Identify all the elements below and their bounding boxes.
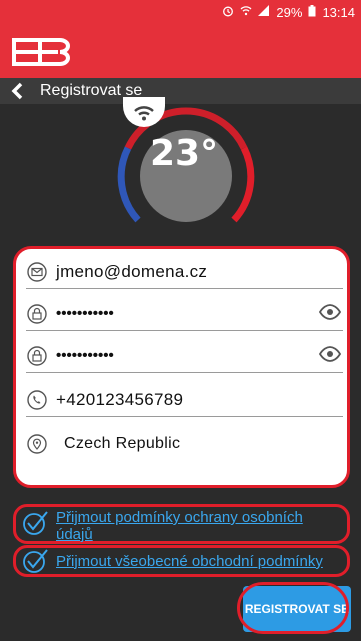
phone-field[interactable]: +420123456789 xyxy=(26,383,343,417)
checkbox-checked-icon[interactable] xyxy=(22,510,48,536)
email-value: jmeno@domena.cz xyxy=(56,261,208,281)
wifi-icon xyxy=(240,5,252,19)
lock-icon xyxy=(26,303,48,325)
alarm-icon xyxy=(222,5,234,20)
email-field[interactable]: jmeno@domena.cz xyxy=(26,255,343,289)
eye-icon[interactable] xyxy=(318,304,342,325)
country-value: Czech Republic xyxy=(64,435,181,452)
registration-form: jmeno@domena.cz ••••••••••• ••••••••••• … xyxy=(13,246,350,488)
status-bar: 29% 13:14 xyxy=(0,0,361,24)
highlight-ring xyxy=(237,582,349,634)
password-confirm-value: ••••••••••• xyxy=(56,347,114,364)
country-select[interactable]: Czech Republic xyxy=(26,427,343,461)
clock: 13:14 xyxy=(322,4,355,20)
lock-icon xyxy=(26,345,48,367)
app-bar xyxy=(0,24,361,78)
temperature-readout: 23° xyxy=(150,133,219,174)
privacy-consent-row[interactable]: Přijmout podmínky ochrany osobních údajů xyxy=(13,504,350,544)
phone-icon xyxy=(26,389,48,411)
battery-icon xyxy=(308,4,316,20)
battery-percent: 29% xyxy=(276,4,303,20)
bob-logo-icon xyxy=(12,38,70,66)
privacy-consent-link[interactable]: Přijmout podmínky ochrany osobních údajů xyxy=(56,509,326,543)
terms-consent-row[interactable]: Přijmout všeobecné obchodní podmínky xyxy=(13,545,350,577)
terms-consent-link[interactable]: Přijmout všeobecné obchodní podmínky xyxy=(56,553,323,570)
signal-icon xyxy=(258,5,270,19)
checkbox-checked-icon[interactable] xyxy=(22,548,48,574)
mail-icon xyxy=(26,261,48,283)
eye-icon[interactable] xyxy=(318,346,342,367)
location-pin-icon xyxy=(26,433,48,455)
password-value: ••••••••••• xyxy=(56,305,114,322)
phone-value: +420123456789 xyxy=(56,389,184,409)
register-button-wrap: REGISTROVAT SE xyxy=(233,580,361,638)
password-confirm-field[interactable]: ••••••••••• xyxy=(26,339,343,373)
chevron-left-icon[interactable] xyxy=(10,82,28,100)
password-field[interactable]: ••••••••••• xyxy=(26,297,343,331)
